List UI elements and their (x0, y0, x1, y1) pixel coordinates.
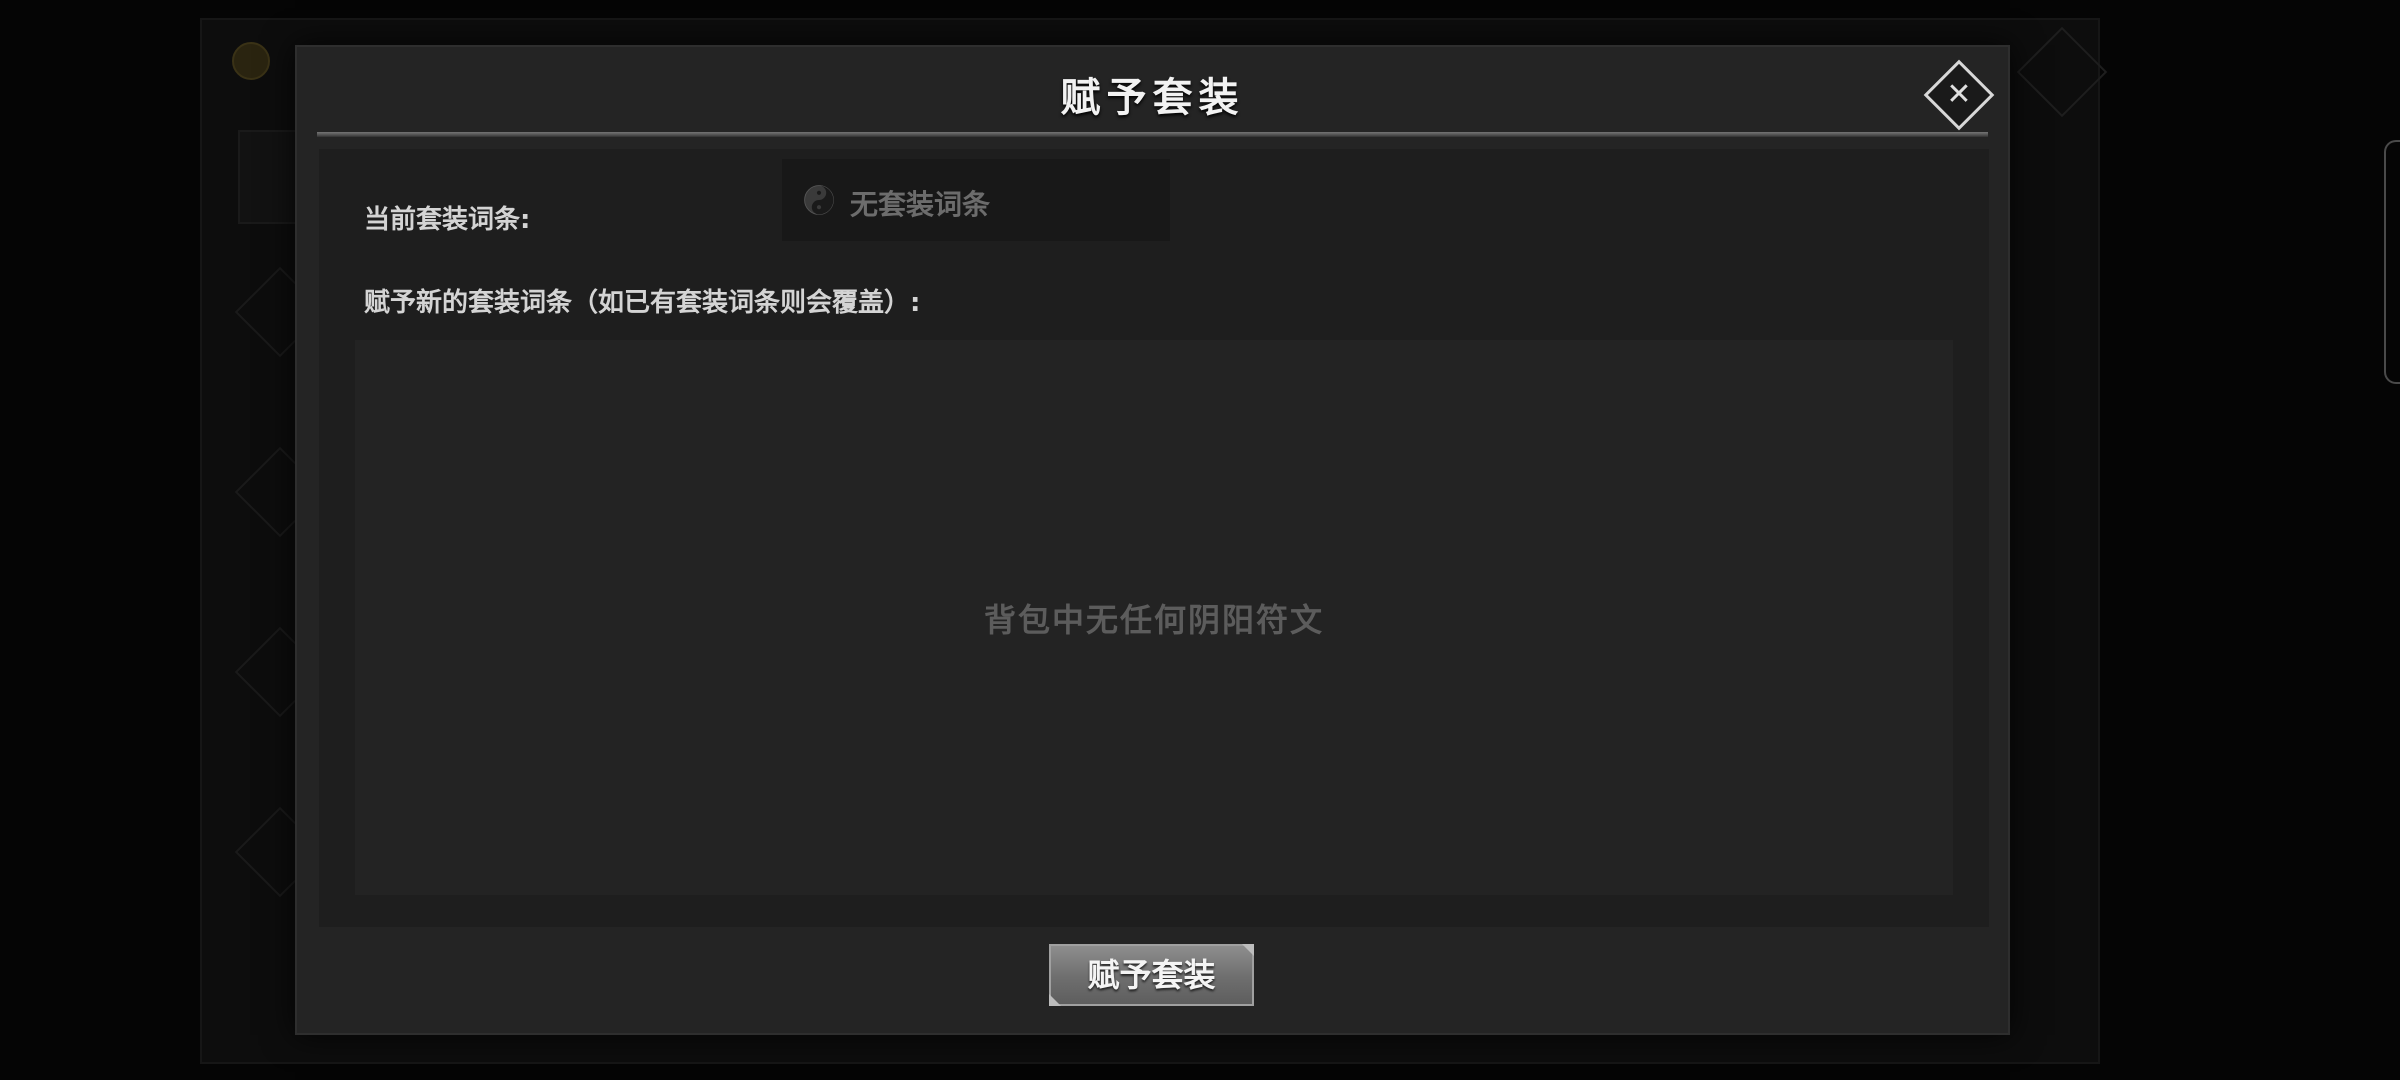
new-set-section: 赋予新的套装词条（如已有套装词条则会覆盖）: 背包中无任何阴阳符文 (319, 262, 1989, 927)
close-icon: ✕ (1946, 77, 1972, 112)
current-set-value: 无套装词条 (850, 188, 991, 221)
button-corner-ornament (1242, 944, 1254, 956)
rune-list[interactable]: 背包中无任何阴阳符文 (355, 340, 1953, 895)
current-set-label: 当前套装词条: (364, 205, 531, 235)
title-divider (317, 132, 1988, 137)
assign-set-dialog: 赋予套装 ✕ 当前套装词条: 无套装词条 赋予新的套装词条（如已有套装词条则会覆… (295, 45, 2010, 1035)
side-drawer-handle[interactable] (2384, 140, 2400, 384)
current-set-value-box: 无套装词条 (782, 159, 1170, 241)
assign-set-button[interactable]: 赋予套装 (1049, 944, 1254, 1006)
new-set-label: 赋予新的套装词条（如已有套装词条则会覆盖）: (364, 288, 921, 318)
assign-set-button-label: 赋予套装 (1087, 956, 1216, 994)
empty-state-message: 背包中无任何阴阳符文 (983, 601, 1324, 639)
coin-icon (232, 42, 270, 80)
button-corner-ornament (1049, 994, 1061, 1006)
game-screen: 赋予套装 ✕ 当前套装词条: 无套装词条 赋予新的套装词条（如已有套装词条则会覆… (0, 0, 2400, 1080)
yinyang-icon (804, 185, 834, 215)
dialog-title: 赋予套装 (1060, 75, 1245, 121)
